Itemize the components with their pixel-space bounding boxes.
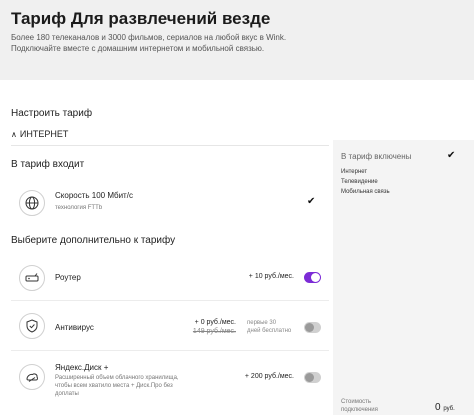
chevron-up-icon: ∧ bbox=[11, 129, 17, 139]
extra-yandex-disk-row: Яндекс.Диск + Расширенный объем облачног… bbox=[11, 360, 329, 406]
included-speed-row: Скорость 100 Мбит/с технология FTTb ✔ bbox=[11, 187, 329, 219]
summary-item: Интернет bbox=[341, 169, 368, 175]
included-heading: В тариф входит bbox=[11, 159, 85, 170]
divider bbox=[11, 300, 329, 301]
hero-banner: Тариф Для развлечений везде Более 180 те… bbox=[0, 0, 474, 80]
antivirus-old-price: 149 руб./мес. bbox=[192, 328, 236, 335]
summary-item: Мобильная связь bbox=[341, 189, 390, 195]
divider bbox=[11, 145, 329, 146]
yandex-disk-price: + 200 руб./мес. bbox=[244, 373, 294, 380]
summary-title: В тариф включены bbox=[341, 152, 412, 161]
extra-antivirus-row: Антивирус + 0 руб./мес. 149 руб./мес. пе… bbox=[11, 310, 329, 344]
check-icon: ✔ bbox=[307, 196, 316, 207]
yandex-disk-title: Яндекс.Диск + bbox=[55, 363, 109, 372]
router-icon bbox=[19, 265, 45, 291]
yandex-disk-toggle[interactable] bbox=[304, 372, 321, 383]
internet-section-toggle[interactable]: ∧ ИНТЕРНЕТ bbox=[11, 129, 68, 139]
hero-subtitle: Более 180 телеканалов и 3000 фильмов, се… bbox=[11, 33, 287, 53]
connection-cost-unit: руб. bbox=[443, 406, 455, 412]
antivirus-toggle[interactable] bbox=[304, 322, 321, 333]
page-title: Тариф Для развлечений везде bbox=[11, 9, 271, 28]
extras-heading: Выберите дополнительно к тарифу bbox=[11, 235, 176, 246]
internet-section-label: ИНТЕРНЕТ bbox=[19, 129, 69, 139]
antivirus-title: Антивирус bbox=[55, 323, 94, 332]
globe-icon bbox=[19, 190, 45, 216]
extra-router-row: Роутер + 10 руб./мес. bbox=[11, 262, 329, 294]
speed-desc: технология FTTb bbox=[55, 205, 103, 211]
speed-title: Скорость 100 Мбит/с bbox=[55, 191, 133, 200]
router-price: + 10 руб./мес. bbox=[248, 273, 294, 280]
router-toggle[interactable] bbox=[304, 272, 321, 283]
shield-icon bbox=[19, 313, 45, 339]
divider bbox=[11, 350, 329, 351]
antivirus-promo: первые 30 дней бесплатно bbox=[247, 320, 292, 334]
connection-cost-value: 0 руб. bbox=[435, 402, 455, 413]
check-icon: ✔ bbox=[447, 150, 456, 161]
yandex-disk-desc: Расширенный объем облачного хранилища, ч… bbox=[55, 375, 179, 397]
configure-heading: Настроить тариф bbox=[11, 108, 93, 119]
tariff-summary-panel: В тариф включены ✔ Интернет Телевидение … bbox=[333, 140, 474, 415]
router-title: Роутер bbox=[55, 273, 81, 282]
cloud-disk-icon bbox=[19, 364, 45, 390]
antivirus-price: + 0 руб./мес. bbox=[194, 319, 236, 326]
connection-cost-label: Стоимость подключения bbox=[341, 399, 378, 413]
summary-item: Телевидение bbox=[341, 179, 378, 185]
connection-cost-amount: 0 bbox=[435, 402, 441, 413]
